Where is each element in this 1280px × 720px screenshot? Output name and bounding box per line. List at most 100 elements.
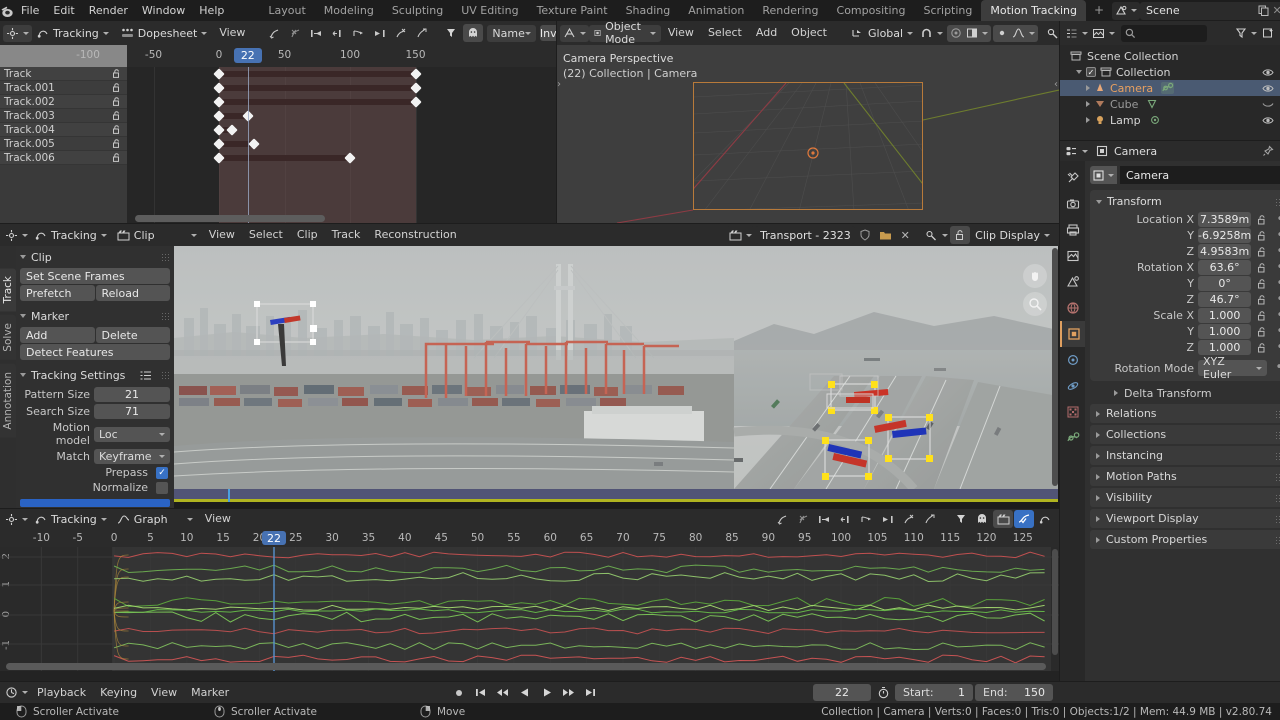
transform-row-value[interactable]: 46.7° [1198,292,1252,307]
transform-row-value[interactable]: 4.9583m [1198,244,1252,259]
track-row[interactable]: Track.003 [0,109,127,123]
topbar-menu-window[interactable]: Window [135,0,192,21]
outliner-item-camera[interactable]: Camera [1060,80,1280,96]
clip-menu-reconstruction[interactable]: Reconstruction [367,224,463,246]
graph-view-menu[interactable]: View [198,509,238,530]
unlock-icon[interactable] [111,124,122,135]
tracking-setting-checkbox[interactable]: ✓ [156,466,168,479]
dopesheet-view-menu[interactable]: View [212,22,252,44]
x-icon[interactable]: ✕ [1270,4,1280,17]
track-row[interactable]: Track.005 [0,137,127,151]
pin-icon[interactable] [1262,145,1274,157]
drag-grip-icon[interactable] [1275,451,1280,460]
end-frame-field[interactable]: End: 150 [975,684,1053,701]
outliner-item-cube[interactable]: Cube [1060,96,1280,112]
eye-icon[interactable] [1262,116,1274,125]
timeline-menu-marker[interactable]: Marker [184,682,236,704]
graph-editor-icon[interactable] [3,511,30,528]
property-panel-instancing[interactable]: Instancing [1090,446,1280,465]
graph-canvas[interactable]: 2 1 0 -1 [0,547,1059,671]
properties-tab-constraints[interactable] [1060,399,1085,425]
drag-grip-icon[interactable] [1275,535,1280,544]
property-panel-relations[interactable]: Relations [1090,404,1280,423]
timeline-menu-keying[interactable]: Keying [93,682,144,704]
light-data-icon[interactable] [1149,114,1161,126]
topbar-menu-help[interactable]: Help [192,0,231,21]
transform-row-value[interactable]: 1.000 [1198,324,1252,339]
dopesheet-canvas[interactable] [127,67,556,223]
properties-tab-view-layer[interactable] [1060,243,1085,269]
dopesheet-search-field[interactable]: Name [487,24,536,42]
sort-inverse-icon[interactable] [264,24,284,42]
unlock-icon[interactable] [1255,214,1269,226]
proportional-edit-group[interactable] [947,24,992,42]
expand-triangle-icon[interactable] [1096,473,1100,480]
tracking-settings-extra-bar[interactable] [20,499,170,507]
timeline-menu-playback[interactable]: Playback [30,682,93,704]
record-icon[interactable] [449,684,469,702]
filter-funnel-icon[interactable] [1234,25,1258,42]
graph-mode-dropdown[interactable]: Tracking [30,511,112,528]
drag-grip-icon[interactable] [1275,197,1280,206]
fake-user-icon[interactable] [855,226,875,244]
clip-view-mode-dropdown[interactable]: Clip [112,227,202,244]
disable-icon[interactable] [898,510,918,528]
unlock-icon[interactable] [950,226,971,244]
clip-display-dropdown[interactable]: Clip Display [970,227,1055,244]
filter-funnel-icon[interactable] [441,24,461,42]
delete-curve-icon[interactable] [772,510,792,528]
timeline-icon[interactable] [3,684,30,701]
dopesheet-view-mode-dropdown[interactable]: Dopesheet [116,25,213,42]
unlock-icon[interactable] [111,96,122,107]
delete-marker-button[interactable]: Delete [95,327,170,343]
transform-row-value[interactable]: 0° [1198,276,1252,291]
unlock-icon[interactable] [1255,342,1269,354]
search-input[interactable] [1121,24,1207,42]
animate-dot-icon[interactable]: • [1271,361,1280,374]
current-frame-field[interactable]: 22 [813,684,871,701]
expand-triangle-icon[interactable] [1096,536,1100,543]
transform-row-value[interactable]: 63.6° [1198,260,1252,275]
unlock-icon[interactable] [1255,278,1269,290]
expand-triangle-icon[interactable] [1096,515,1100,522]
property-panel-visibility[interactable]: Visibility [1090,488,1280,507]
timeline-menu-view[interactable]: View [144,682,184,704]
clip-name-field[interactable]: Transport - 23232... [755,226,856,244]
play-icon[interactable] [537,684,557,702]
add-marker-button[interactable]: Add [20,327,95,343]
unlock-icon[interactable] [111,138,122,149]
transform-row-value[interactable]: -6.9258m [1198,228,1252,243]
object-datablock-icon[interactable] [1090,166,1117,184]
unlock-icon[interactable] [1255,262,1269,274]
filter-funnel-icon[interactable] [951,510,971,528]
animate-dot-icon[interactable]: • [1273,261,1280,274]
clip-vscrollbar[interactable] [1052,248,1058,486]
clip-range-bar[interactable] [174,499,1058,502]
property-panel-motion-paths[interactable]: Motion Paths [1090,467,1280,486]
workspace-tab-scripting[interactable]: Scripting [914,0,981,21]
track-row[interactable]: Track [0,67,127,81]
transform-panel-header[interactable]: Transform [1090,193,1280,210]
expand-triangle-icon[interactable] [1096,452,1100,459]
next-keyframe-icon[interactable] [559,684,579,702]
clip-tab-track[interactable]: Track [0,268,16,312]
graph-vscrollbar[interactable] [1052,549,1058,655]
unlock-icon[interactable] [1255,246,1269,258]
unlock-icon[interactable] [1255,294,1269,306]
eye-icon[interactable] [1262,84,1274,93]
unlock-icon[interactable] [111,82,122,93]
dopesheet-current-frame-badge[interactable]: 22 [233,48,262,63]
animate-dot-icon[interactable]: • [1273,229,1280,242]
properties-tab-physics[interactable] [1060,373,1085,399]
dopesheet-keys-area[interactable]: -100 -50 0 50 100 150 22 [76,45,556,223]
next-key-icon[interactable] [856,510,876,528]
drag-grip-icon[interactable] [1275,472,1280,481]
clip-icon-dropdown[interactable] [726,226,756,244]
unlock-icon[interactable] [111,152,122,163]
property-panel-viewport-display[interactable]: Viewport Display [1090,509,1280,528]
clip-editor-icon[interactable] [3,227,30,244]
zoom-icon[interactable] [1023,292,1047,316]
clip-tab-solve[interactable]: Solve [0,315,16,361]
expand-triangle-icon[interactable] [1076,70,1082,74]
expand-triangle-icon[interactable] [1096,199,1102,204]
